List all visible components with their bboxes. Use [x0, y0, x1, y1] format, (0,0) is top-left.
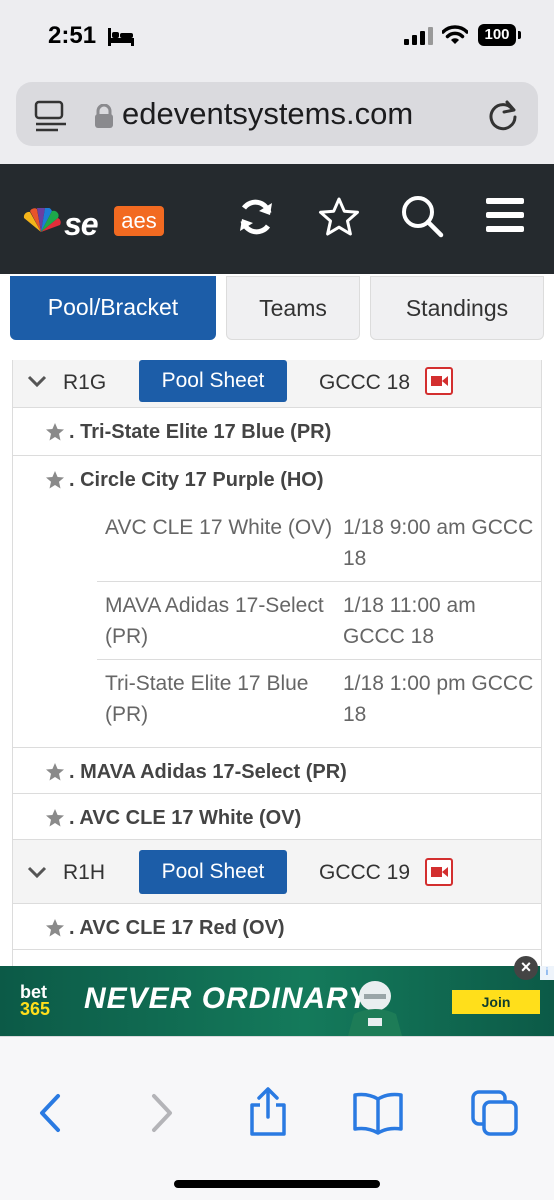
- ad-join-button[interactable]: Join: [452, 990, 540, 1014]
- match-time: 1/18 1:00 pm GCCC 18: [343, 672, 534, 726]
- tab-standings[interactable]: Standings: [370, 276, 544, 340]
- match-opponent: Tri-State Elite 17 Blue (PR): [105, 672, 309, 726]
- reader-icon[interactable]: [34, 100, 70, 132]
- tabs-icon[interactable]: [470, 1089, 520, 1137]
- home-indicator[interactable]: [174, 1180, 380, 1188]
- pool-header-r1g[interactable]: R1G Pool Sheet GCCC 18: [13, 360, 541, 408]
- refresh-icon[interactable]: [236, 197, 276, 237]
- team-row[interactable]: . AVC CLE 17 Red (OV): [13, 904, 541, 950]
- court-label: GCCC 19: [319, 861, 411, 884]
- ad-slogan: NEVER ORDINARY: [84, 982, 370, 1015]
- wifi-icon: [442, 25, 468, 44]
- match-row: MAVA Adidas 17-Select (PR) 1/18 11:00 am…: [97, 582, 541, 660]
- battery-icon: 100: [478, 24, 521, 46]
- team-name[interactable]: . MAVA Adidas 17-Select (PR): [69, 761, 347, 784]
- football-player-image: [348, 981, 402, 1036]
- match-time: 1/18 11:00 am GCCC 18: [343, 594, 476, 648]
- chevron-down-icon[interactable]: [27, 865, 47, 879]
- match-row: AVC CLE 17 White (OV) 1/18 9:00 am GCCC …: [97, 504, 541, 582]
- pool-id: R1H: [63, 861, 106, 884]
- signal-icon: [404, 27, 433, 45]
- chevron-down-icon[interactable]: [27, 374, 47, 388]
- se-logo[interactable]: se: [64, 206, 99, 243]
- team-name[interactable]: . Circle City 17 Purple (HO): [69, 469, 324, 492]
- court-label: GCCC 18: [319, 371, 411, 394]
- bed-icon: [108, 28, 134, 46]
- tab-teams[interactable]: Teams: [226, 276, 360, 340]
- status-bar: 2:51 100: [0, 0, 554, 72]
- bookmarks-icon[interactable]: [352, 1091, 404, 1135]
- lock-icon: [95, 104, 113, 128]
- star-icon[interactable]: [45, 762, 65, 782]
- search-icon[interactable]: [400, 194, 444, 238]
- address-bar[interactable]: edeventsystems.com: [16, 82, 538, 146]
- match-opponent: MAVA Adidas 17-Select (PR): [105, 594, 324, 648]
- star-icon[interactable]: [45, 422, 65, 442]
- browser-toolbar: [0, 1036, 554, 1200]
- reload-icon[interactable]: [486, 98, 520, 132]
- star-icon[interactable]: [45, 808, 65, 828]
- match-time: 1/18 9:00 am GCCC 18: [343, 516, 534, 570]
- ad-brand-bottom: 365: [20, 999, 51, 1019]
- star-icon[interactable]: [318, 196, 360, 238]
- ad-banner[interactable]: bet 365 NEVER ORDINARY Join: [0, 966, 554, 1036]
- team-name[interactable]: . AVC CLE 17 Red (OV): [69, 917, 285, 940]
- video-icon[interactable]: [425, 367, 453, 395]
- team-row-expanded[interactable]: . Circle City 17 Purple (HO) AVC CLE 17 …: [13, 456, 541, 748]
- site-header: se aes: [0, 164, 554, 274]
- match-opponent: AVC CLE 17 White (OV): [105, 516, 333, 539]
- team-row[interactable]: . MAVA Adidas 17-Select (PR): [13, 748, 541, 794]
- team-name[interactable]: . AVC CLE 17 White (OV): [69, 807, 301, 830]
- ad-info-icon[interactable]: i: [540, 966, 554, 980]
- star-icon[interactable]: [45, 470, 65, 490]
- pool-sheet-button[interactable]: Pool Sheet: [139, 360, 287, 402]
- ad-close-button[interactable]: ×: [514, 956, 538, 980]
- pool-list: R1G Pool Sheet GCCC 18 . Tri-State Elite…: [12, 360, 542, 968]
- share-icon[interactable]: [246, 1087, 290, 1137]
- pool-header-r1h[interactable]: R1H Pool Sheet GCCC 19: [13, 840, 541, 904]
- url-text[interactable]: edeventsystems.com: [122, 96, 413, 132]
- back-icon[interactable]: [36, 1093, 64, 1133]
- menu-icon[interactable]: [486, 198, 524, 232]
- team-row[interactable]: . Tri-State Elite 17 Blue (PR): [13, 408, 541, 456]
- bet365-logo[interactable]: bet 365: [20, 983, 51, 1019]
- video-icon[interactable]: [425, 858, 453, 886]
- address-bar-area: edeventsystems.com: [0, 72, 554, 164]
- tab-pool-bracket[interactable]: Pool/Bracket: [10, 276, 216, 340]
- status-time: 2:51: [48, 22, 97, 49]
- aes-badge[interactable]: aes: [114, 206, 164, 236]
- pool-sheet-button[interactable]: Pool Sheet: [139, 850, 287, 894]
- team-row[interactable]: . AVC CLE 17 White (OV): [13, 794, 541, 840]
- star-icon[interactable]: [45, 918, 65, 938]
- match-row: Tri-State Elite 17 Blue (PR) 1/18 1:00 p…: [97, 660, 541, 740]
- team-name[interactable]: . Tri-State Elite 17 Blue (PR): [69, 421, 331, 444]
- nbc-peacock-icon[interactable]: [20, 208, 62, 234]
- pool-id: R1G: [63, 371, 107, 394]
- forward-icon[interactable]: [148, 1093, 176, 1133]
